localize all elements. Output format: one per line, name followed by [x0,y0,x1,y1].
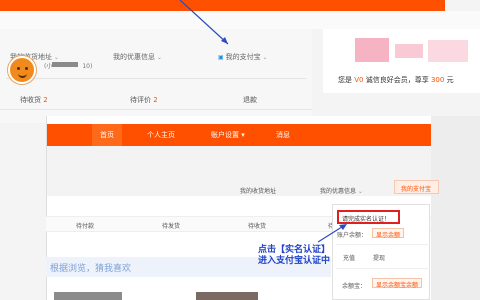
product-thumbnail[interactable] [196,292,258,300]
recharge-link[interactable]: 充值 [343,253,355,262]
bg-link-alipay[interactable]: ▣ 我的支付宝 ⌄ [218,52,268,62]
chevron-down-icon: ⌄ [155,54,162,61]
chevron-down-icon: ▾ [239,131,245,139]
bg-stat-review[interactable]: 待评价 2 [130,95,158,105]
chevron-down-icon: ⌄ [52,54,59,61]
yuebao-label: 余额宝： [342,283,367,290]
avatar-mouth [18,73,27,78]
chevron-down-icon: ⌄ [260,54,268,61]
vip-banner-block [428,40,468,62]
profile-header [47,146,431,196]
background-stats: 待收货 2 待评价 2 退款 [0,93,312,107]
alipay-dropdown-button[interactable]: 我的支付宝 [394,180,439,194]
withdraw-link[interactable]: 提现 [373,253,385,262]
background-strip [0,11,480,29]
chevron-down-icon: ⌄ [356,188,363,195]
alipay-icon: ▣ [218,54,226,61]
bg-link-coupons[interactable]: 我的优惠信息 ⌄ [113,52,162,62]
stat-to-receive[interactable]: 待收货 [248,221,266,230]
verify-identity-link[interactable]: 请完成实名认证！ [337,210,400,224]
divider [336,268,430,269]
bg-stat-refund[interactable]: 退款 [243,95,257,105]
nav-home[interactable]: 首页 [92,124,122,146]
show-yuebao-button[interactable]: 显示余额宝余额 [372,278,423,289]
link-address[interactable]: 我的收货地址 [240,186,276,195]
avatar-eye [25,67,28,70]
stat-to-pay[interactable]: 待付款 [76,221,94,230]
top-nav: 首页 个人主页 账户设置 ▾ 消息 [47,124,431,146]
balance-label: 账户余额： [337,232,368,239]
avatar-eye [17,67,20,70]
nav-messages[interactable]: 消息 [276,130,290,140]
show-balance-button[interactable]: 显示余额 [372,228,405,239]
vip-banner-block [355,38,389,62]
nav-account-settings[interactable]: 账户设置 ▾ [211,130,245,140]
background-top-bar [0,0,445,11]
username-mask [52,62,78,67]
guess-title: 根据浏览，猜我喜欢 [50,264,132,274]
background-right-column [430,116,480,300]
link-coupons[interactable]: 我的优惠信息 ⌄ [320,186,363,195]
vip-banner-block [395,44,423,58]
vip-status-text: 您是 V0 诚信良好会员，尊享 300 元 [338,76,454,84]
background-divider [6,78,306,79]
avatar[interactable] [8,56,36,84]
nav-profile[interactable]: 个人主页 [147,130,175,140]
background-stats-line [0,109,312,110]
divider [336,244,430,245]
annotation-line-2: 进入支付宝认证中 [258,256,331,266]
product-thumbnail[interactable] [54,292,122,300]
stat-to-ship[interactable]: 待发货 [162,221,180,230]
bg-stat-receive[interactable]: 待收货 2 [20,95,48,105]
